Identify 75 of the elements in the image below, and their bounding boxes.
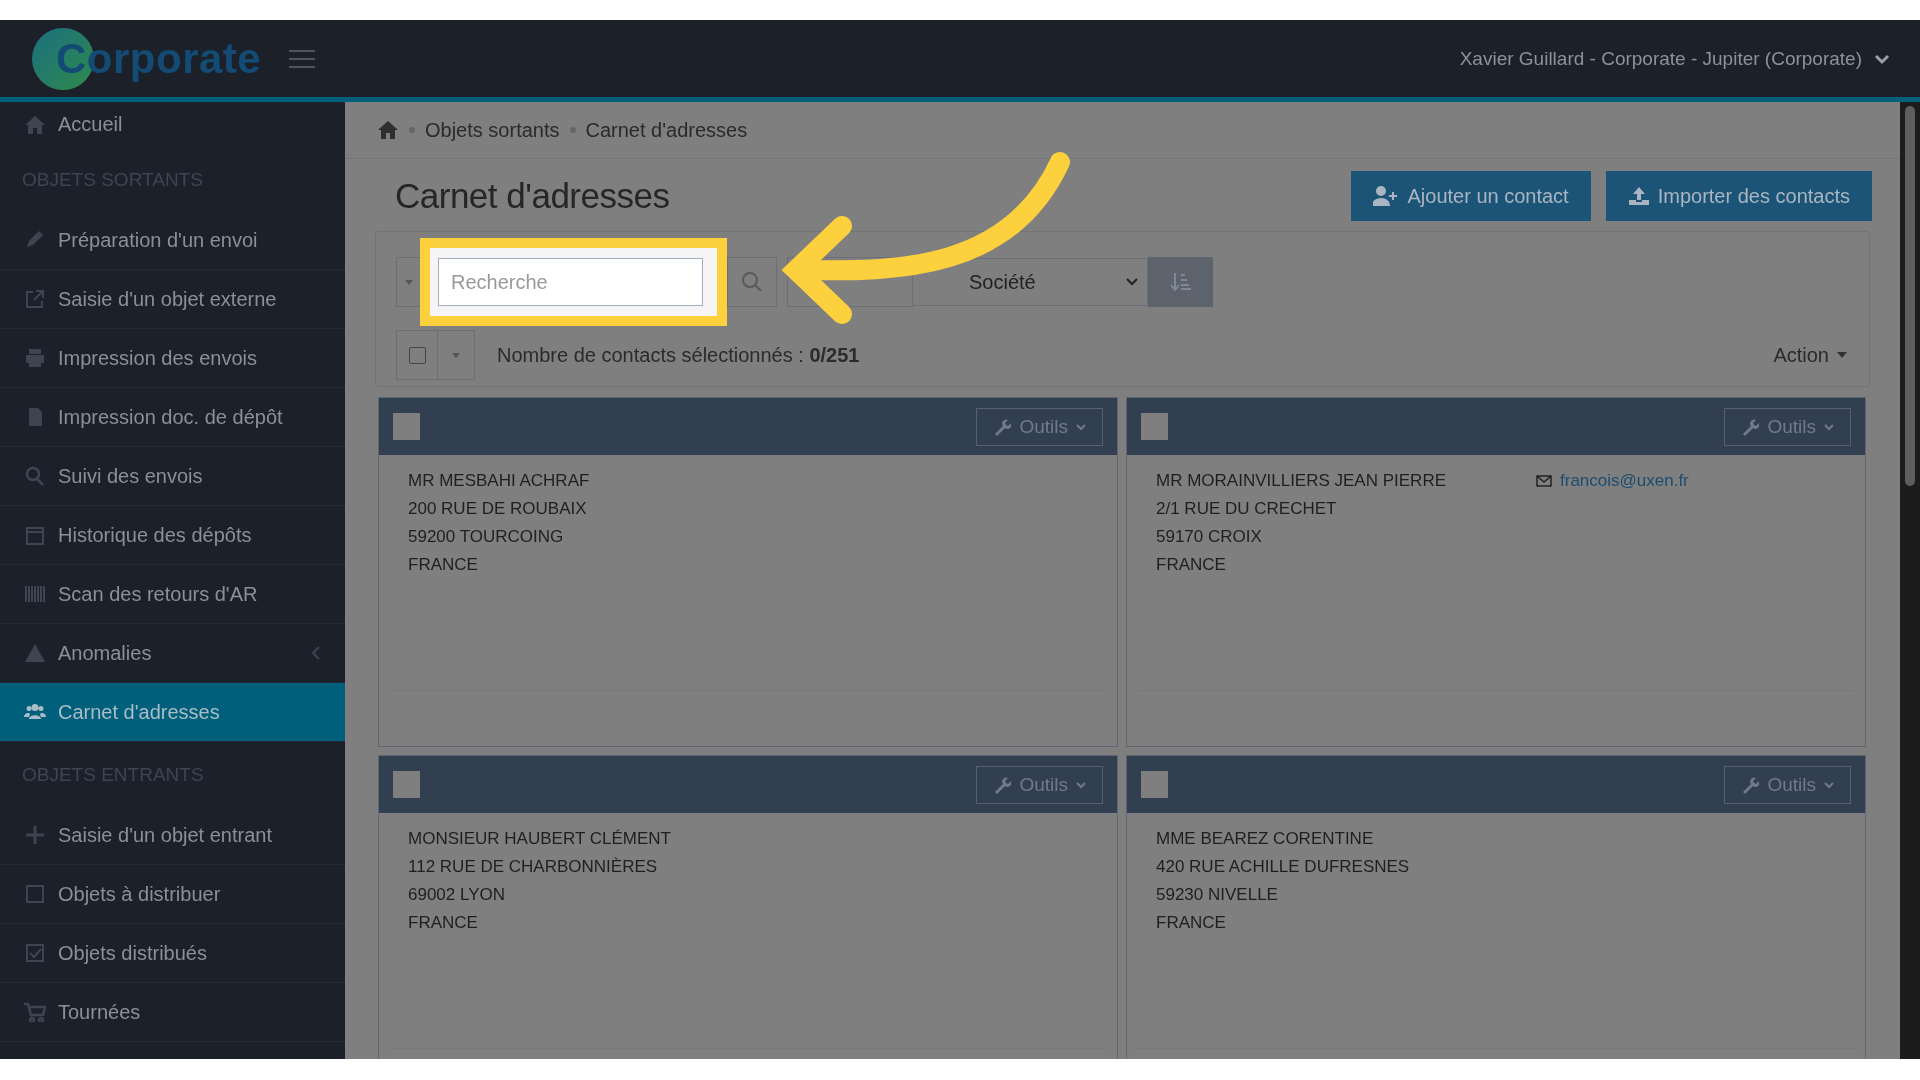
card-checkbox[interactable] xyxy=(1141,413,1168,440)
chevron-icon xyxy=(1125,277,1139,287)
bullet-icon xyxy=(409,127,415,133)
address-line: 59170 CROIX xyxy=(1156,526,1263,548)
cart-icon xyxy=(24,1002,46,1022)
wrench-icon xyxy=(993,417,1012,436)
selection-count: Nombre de contacts sélectionnés : 0/251 xyxy=(497,343,860,367)
sidebar-item[interactable]: Carnet d'adresses xyxy=(0,683,345,742)
chevron-icon xyxy=(1824,780,1834,789)
address-line: FRANCE xyxy=(408,554,479,576)
pencil-icon xyxy=(24,230,46,250)
address-line: FRANCE xyxy=(408,912,479,934)
upload-icon xyxy=(1627,186,1650,206)
chevron-icon[interactable] xyxy=(1874,52,1890,65)
add-user-icon xyxy=(1373,186,1400,206)
search-button[interactable] xyxy=(727,257,777,307)
calendar-icon xyxy=(24,525,46,545)
address-line: 59200 TOURCOING xyxy=(408,526,565,548)
bullet-icon xyxy=(569,127,576,133)
sort-order-button[interactable] xyxy=(1148,257,1213,307)
sidebar-item[interactable]: Impression doc. de dépôt xyxy=(0,388,345,447)
user-menu[interactable]: Xavier Guillard - Corporate - Jupiter (Corporate) xyxy=(1459,47,1862,70)
sidebar-item[interactable]: Impression des envois xyxy=(0,329,345,388)
wrench-icon xyxy=(1741,775,1760,794)
address-line: 200 RUE DE ROUBAIX xyxy=(408,498,588,520)
sidebar-item[interactable]: Accueil xyxy=(0,102,345,147)
chevron-icon xyxy=(1076,422,1086,431)
sidebar-item[interactable]: Scan des retours d'AR xyxy=(0,565,345,624)
caret-icon xyxy=(452,352,460,358)
card-checkbox[interactable] xyxy=(1141,771,1168,798)
import-button[interactable]: Importer des contacts xyxy=(1605,171,1872,221)
envelope-icon xyxy=(1536,475,1552,487)
dropdown-button[interactable] xyxy=(396,257,420,307)
add-contact-button[interactable]: Ajouter un contact xyxy=(1351,171,1591,221)
address-line: MME BEAREZ CORENTINE xyxy=(1156,828,1375,850)
address-line: FRANCE xyxy=(1156,554,1227,576)
square-icon xyxy=(24,884,46,904)
search-field[interactable]: Recherche xyxy=(438,258,703,306)
card-checkbox[interactable] xyxy=(393,771,420,798)
filter-select[interactable] xyxy=(787,257,913,307)
address-line: MR MORAINVILLIERS JEAN PIERRE xyxy=(1156,470,1446,492)
plus-icon xyxy=(24,825,46,845)
address-line: 69002 LYON xyxy=(408,884,507,906)
home-icon xyxy=(24,114,46,135)
menu-icon[interactable] xyxy=(289,49,316,68)
scrollbar-thumb[interactable] xyxy=(1905,106,1915,486)
sort-select[interactable]: Société xyxy=(913,258,1148,306)
home-icon[interactable] xyxy=(377,120,399,140)
address-line: 112 RUE DE CHARBONNIÈRES xyxy=(408,856,659,878)
wrench-icon xyxy=(993,775,1012,794)
breadcrumb-link[interactable]: Carnet d'adresses xyxy=(585,118,748,142)
search-icon xyxy=(24,466,46,486)
checksquare-icon xyxy=(24,943,46,963)
address-line: MONSIEUR HAUBERT CLÉMENT xyxy=(408,828,671,850)
chevron-icon xyxy=(1076,780,1086,789)
caret-icon xyxy=(1837,352,1847,358)
warning-icon xyxy=(24,643,46,663)
address-line: 59230 NIVELLE xyxy=(1156,884,1279,906)
card-checkbox[interactable] xyxy=(393,413,420,440)
action-menu[interactable]: Action xyxy=(1773,343,1847,367)
address-line: MR MESBAHI ACHRAF xyxy=(408,470,590,492)
address-line: 2/1 RUE DU CRECHET xyxy=(1156,498,1338,520)
sort-icon xyxy=(1169,271,1192,293)
users-icon xyxy=(24,702,46,722)
search-icon xyxy=(741,271,763,293)
barcode-icon xyxy=(24,584,46,604)
breadcrumb-link[interactable]: Objets sortants xyxy=(425,118,560,142)
print-icon xyxy=(24,348,46,368)
address-line: 420 RUE ACHILLE DUFRESNES xyxy=(1156,856,1410,878)
page-title: Carnet d'adresses xyxy=(395,176,670,216)
caret-icon xyxy=(404,279,413,285)
external-icon xyxy=(24,289,46,309)
wrench-icon xyxy=(1741,417,1760,436)
chevron-icon xyxy=(1824,422,1834,431)
address-line: FRANCE xyxy=(1156,912,1227,934)
